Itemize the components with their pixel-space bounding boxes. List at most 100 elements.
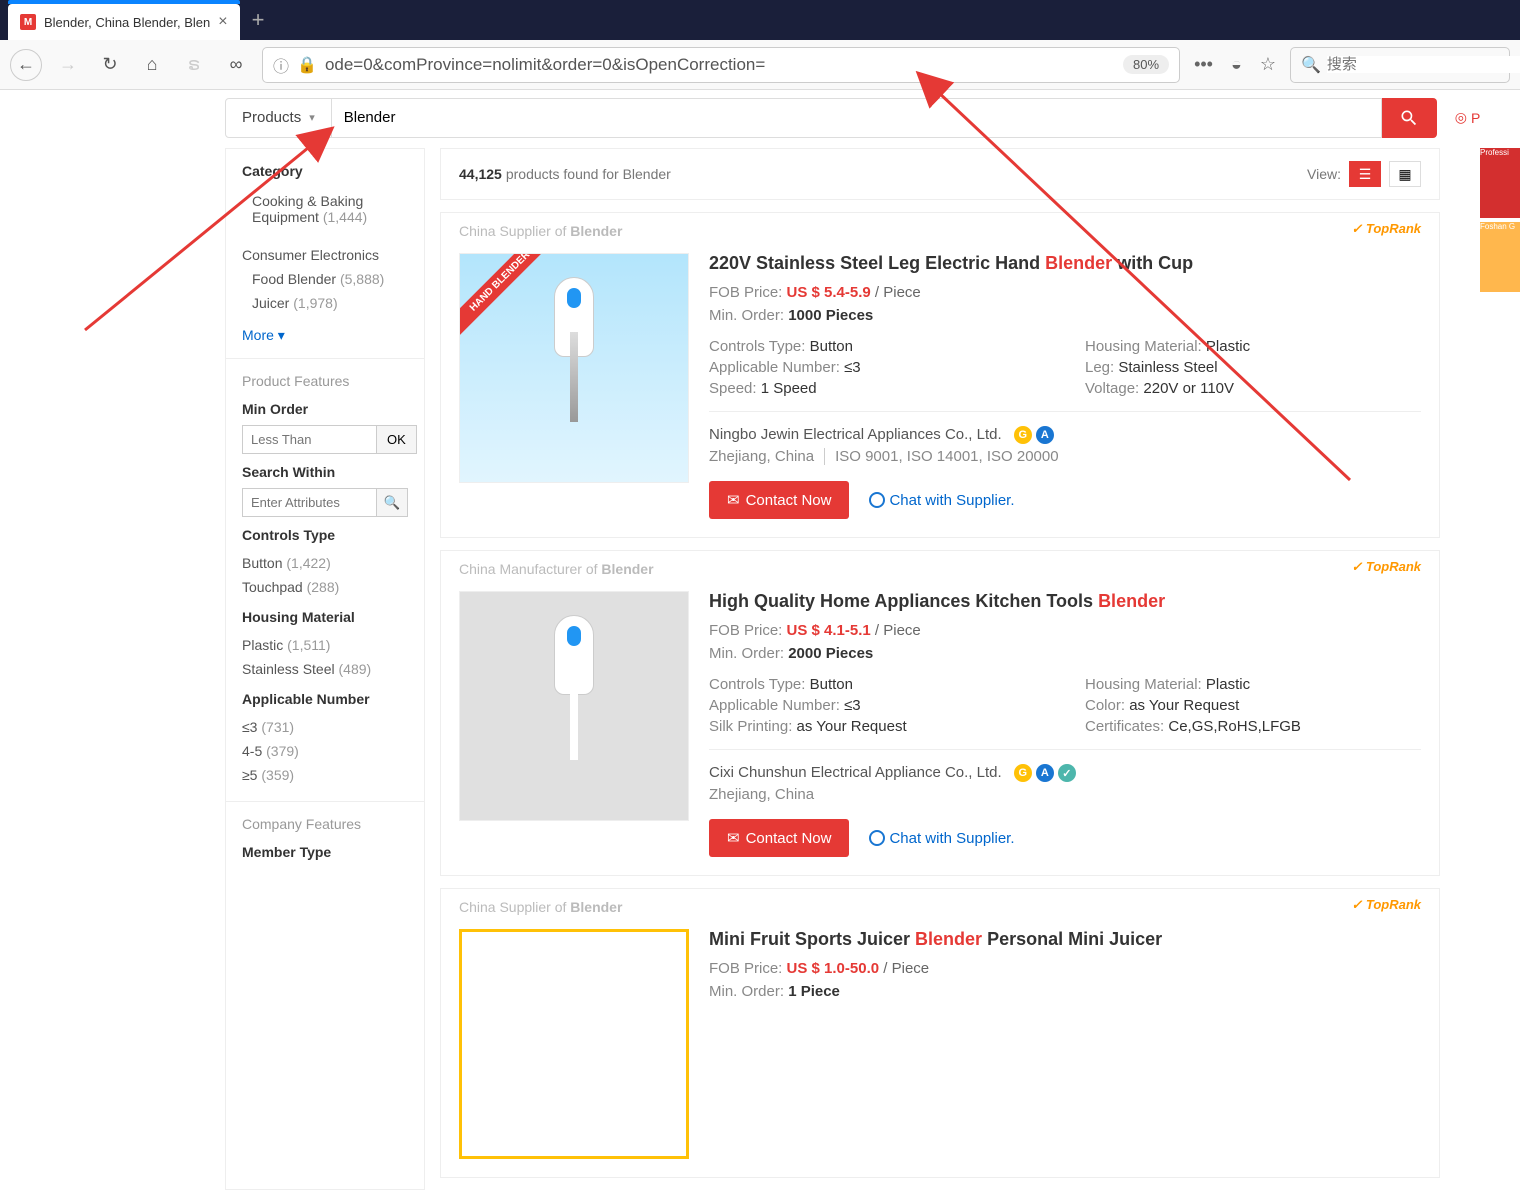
product-features-title: Product Features — [242, 373, 408, 389]
product-image[interactable]: HAND BLENDER — [459, 253, 689, 483]
url-bar[interactable]: ⓘ 🔒 ode=0&comProvince=nolimit&order=0&is… — [262, 47, 1180, 83]
search-icon: 🔍 — [384, 495, 401, 511]
contact-now-button[interactable]: ✉Contact Now — [709, 819, 849, 857]
search-icon — [1399, 108, 1419, 128]
zoom-badge[interactable]: 80% — [1123, 55, 1169, 74]
url-text: ode=0&comProvince=nolimit&order=0&isOpen… — [325, 55, 1123, 75]
filter-button[interactable]: Button (1,422) — [242, 551, 408, 575]
search-input[interactable] — [332, 98, 1382, 138]
chevron-down-icon: ▾ — [309, 111, 315, 124]
product-image[interactable] — [459, 591, 689, 821]
filter-4-5[interactable]: 4-5 (379) — [242, 739, 408, 763]
back-button[interactable]: ← — [10, 49, 42, 81]
browser-tabs: M Blender, China Blender, Blen × + — [0, 0, 1520, 40]
filter-plastic[interactable]: Plastic (1,511) — [242, 633, 408, 657]
lock-icon: 🔒 — [297, 55, 317, 75]
product-specs: Controls Type: Button Housing Material: … — [709, 338, 1421, 397]
product-card: China Supplier of Blender ✓ TopRank Mini… — [440, 888, 1440, 1178]
product-title[interactable]: High Quality Home Appliances Kitchen Too… — [709, 591, 1421, 612]
results-count: 44,125 — [459, 166, 502, 182]
thumbnail-item[interactable]: Foshan G — [1480, 222, 1520, 292]
min-order-ok-button[interactable]: OK — [377, 425, 417, 454]
product-title[interactable]: 220V Stainless Steel Leg Electric Hand B… — [709, 253, 1421, 274]
gold-badge-icon: G — [1014, 764, 1032, 782]
member-type-label: Member Type — [242, 844, 408, 860]
results-header: 44,125 products found for Blender View: … — [440, 148, 1440, 200]
company-name[interactable]: Ningbo Jewin Electrical Appliances Co., … — [709, 426, 1002, 443]
filter-sidebar: Category Cooking & Baking Equipment (1,4… — [225, 148, 425, 1190]
rss-icon[interactable]: ຣ — [178, 49, 210, 81]
toprank-badge: ✓ TopRank — [1351, 559, 1421, 575]
product-card: China Supplier of Blender ✓ TopRank HAND… — [440, 212, 1440, 538]
chat-supplier-link[interactable]: Chat with Supplier. — [869, 830, 1014, 847]
mail-icon: ✉ — [727, 491, 740, 509]
verified-badge-icon: ✓ — [1058, 764, 1076, 782]
price: US $ 4.1-5.1 — [787, 622, 871, 639]
filter-ge5[interactable]: ≥5 (359) — [242, 763, 408, 787]
forward-button[interactable]: → — [52, 49, 84, 81]
ribbon-badge: HAND BLENDER — [459, 253, 556, 338]
gold-badge-icon: G — [1014, 426, 1032, 444]
view-list-button[interactable]: ☰ — [1349, 161, 1381, 187]
tab-close-icon[interactable]: × — [218, 13, 227, 31]
results-text: products found for Blender — [506, 166, 671, 182]
min-order-label: Min Order — [242, 401, 408, 417]
home-button[interactable]: ⌂ — [136, 49, 168, 81]
search-within-input[interactable] — [242, 488, 377, 517]
browser-toolbar: ← → ↻ ⌂ ຣ ∞ ⓘ 🔒 ode=0&comProvince=nolimi… — [0, 40, 1520, 90]
tab-favicon: M — [20, 14, 36, 30]
search-category-dropdown[interactable]: Products ▾ — [225, 98, 332, 138]
search-button[interactable] — [1382, 98, 1437, 138]
tab-active-indicator — [8, 0, 240, 4]
search-icon: 🔍 — [1301, 55, 1321, 75]
filter-le3[interactable]: ≤3 (731) — [242, 715, 408, 739]
min-order: 2000 Pieces — [788, 645, 873, 662]
post-request-link[interactable]: ◎ P — [1455, 109, 1481, 126]
housing-material-label: Housing Material — [242, 609, 408, 625]
reload-button[interactable]: ↻ — [94, 49, 126, 81]
bookmark-icon[interactable]: ☆ — [1256, 54, 1280, 75]
toprank-badge: ✓ TopRank — [1351, 221, 1421, 237]
browser-tab[interactable]: M Blender, China Blender, Blen × — [8, 4, 240, 40]
thumbnail-item[interactable]: Professi — [1480, 148, 1520, 218]
applicable-number-label: Applicable Number — [242, 691, 408, 707]
price: US $ 1.0-50.0 — [787, 960, 880, 977]
view-label: View: — [1307, 166, 1341, 182]
mask-icon[interactable]: ∞ — [220, 49, 252, 81]
search-within-label: Search Within — [242, 464, 408, 480]
more-link[interactable]: More ▾ — [242, 327, 408, 344]
chat-supplier-link[interactable]: Chat with Supplier. — [869, 492, 1014, 509]
supplier-line: China Manufacturer of Blender — [459, 561, 654, 577]
min-order: 1000 Pieces — [788, 307, 873, 324]
category-cooking[interactable]: Cooking & Baking Equipment (1,444) — [242, 189, 408, 229]
contact-now-button[interactable]: ✉Contact Now — [709, 481, 849, 519]
more-icon[interactable]: ••• — [1190, 54, 1217, 75]
chat-icon — [869, 830, 885, 846]
info-icon[interactable]: ⓘ — [273, 53, 289, 77]
search-within-button[interactable]: 🔍 — [377, 488, 408, 517]
filter-stainless[interactable]: Stainless Steel (489) — [242, 657, 408, 681]
view-grid-button[interactable]: ▦ — [1389, 161, 1421, 187]
product-title[interactable]: Mini Fruit Sports Juicer Blender Persona… — [709, 929, 1421, 950]
browser-search-box[interactable]: 🔍 — [1290, 47, 1510, 83]
product-specs: Controls Type: Button Housing Material: … — [709, 676, 1421, 735]
company-features-title: Company Features — [242, 816, 408, 832]
results-area: 44,125 products found for Blender View: … — [440, 148, 1440, 1190]
company-name[interactable]: Cixi Chunshun Electrical Appliance Co., … — [709, 764, 1002, 781]
mail-icon: ✉ — [727, 829, 740, 847]
pocket-icon[interactable]: ◒ — [1227, 54, 1246, 75]
toprank-badge: ✓ TopRank — [1351, 897, 1421, 913]
filter-touchpad[interactable]: Touchpad (288) — [242, 575, 408, 599]
audited-badge-icon: A — [1036, 426, 1054, 444]
product-image[interactable] — [459, 929, 689, 1159]
search-category-label: Products — [242, 109, 301, 126]
chat-icon — [869, 492, 885, 508]
right-thumbnails: Professi Foshan G — [1480, 148, 1520, 296]
browser-search-input[interactable] — [1327, 56, 1520, 73]
min-order-input[interactable] — [242, 425, 377, 454]
category-food-blender[interactable]: Food Blender (5,888) — [242, 267, 408, 291]
new-tab-button[interactable]: + — [252, 7, 265, 33]
category-juicer[interactable]: Juicer (1,978) — [242, 291, 408, 315]
supplier-line: China Supplier of Blender — [459, 899, 622, 915]
category-consumer-electronics[interactable]: Consumer Electronics — [242, 243, 408, 267]
